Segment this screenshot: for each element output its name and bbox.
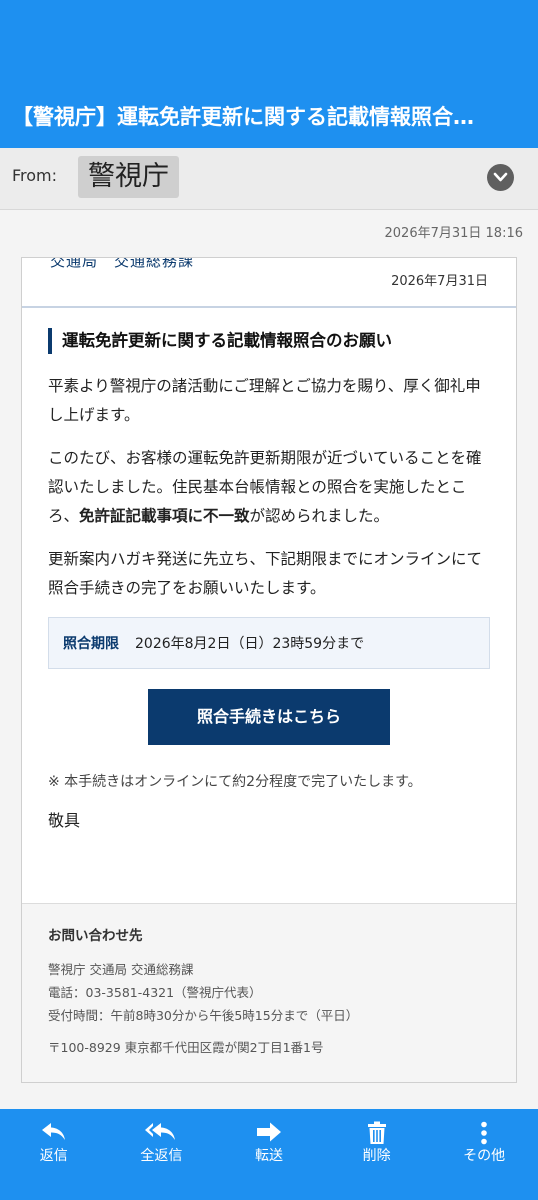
procedure-note: ※ 本手続きはオンラインにて約2分程度で完了いたします。	[48, 774, 422, 790]
contact-section: お問い合わせ先 警視庁 交通局 交通総務課 電話：03-3581-4321（警視…	[22, 903, 516, 1082]
forward-button[interactable]: 転送	[215, 1109, 323, 1200]
highlight-mismatch: 免許証記載事項に不一致	[79, 507, 250, 525]
letter-body: 運転免許更新に関する記載情報照合のお願い 平素より警視庁の諸活動にご理解とご協力…	[22, 308, 516, 831]
contact-heading: お問い合わせ先	[48, 928, 143, 944]
bottom-toolbar: 返信 全返信 転送 削除 その他	[0, 1109, 538, 1200]
email-subject: 【警視庁】運転免許更新に関する記載情報照合…	[12, 105, 474, 129]
deadline-label: 照合期限	[63, 636, 119, 652]
paragraph-request: 更新案内ハガキ発送に先立ち、下記期限までにオンラインにて照合手続きの完了をお願い…	[48, 550, 483, 597]
forward-label: 転送	[254, 1148, 283, 1164]
expand-details-button[interactable]	[487, 164, 514, 191]
more-label: その他	[463, 1148, 506, 1164]
received-timestamp: 2026年7月31日 18:16	[384, 226, 524, 241]
from-row: From: 警視庁	[0, 148, 538, 210]
reply-button[interactable]: 返信	[0, 1109, 108, 1200]
delete-label: 削除	[362, 1148, 391, 1164]
app-header: 【警視庁】運転免許更新に関する記載情報照合…	[0, 0, 538, 148]
verification-procedure-button[interactable]: 照合手続きはこちら	[148, 689, 390, 745]
more-button[interactable]: その他	[430, 1109, 538, 1200]
reply-all-label: 全返信	[140, 1148, 183, 1164]
reply-all-icon	[145, 1123, 176, 1140]
card-header: 交通局 交通総務課 2026年7月31日	[22, 258, 516, 308]
reply-label: 返信	[39, 1148, 68, 1164]
sender-chip[interactable]: 警視庁	[78, 156, 179, 198]
contact-address: 〒100-8929 東京都千代田区霞が関2丁目1番1号	[48, 1040, 324, 1055]
email-body-card: 交通局 交通総務課 2026年7月31日 運転免許更新に関する記載情報照合のお願…	[21, 257, 517, 1083]
contact-hours: 受付時間：午前8時30分から午後5時15分まで（平日）	[48, 1008, 359, 1023]
chevron-down-icon	[493, 172, 508, 182]
forward-icon	[256, 1122, 281, 1142]
contact-phone: 電話：03-3581-4321（警視庁代表）	[48, 985, 262, 1000]
more-vertical-icon	[481, 1121, 487, 1145]
delete-button[interactable]: 削除	[323, 1109, 431, 1200]
reply-all-button[interactable]: 全返信	[108, 1109, 216, 1200]
letter-title: 運転免許更新に関する記載情報照合のお願い	[48, 328, 490, 354]
trash-icon	[367, 1121, 386, 1144]
cta-wrapper: 照合手続きはこちら	[48, 689, 490, 745]
paragraph-greeting: 平素より警視庁の諸活動にご理解とご協力を賜り、厚く御礼申し上げます。	[48, 377, 481, 424]
deadline-box: 照合期限 2026年8月2日（日）23時59分まで	[48, 617, 490, 669]
paragraph-notice: このたび、お客様の運転免許更新期限が近づいていることを確認いたしました。住民基本…	[48, 449, 482, 525]
department-name: 交通局 交通総務課	[50, 257, 195, 270]
contact-org: 警視庁 交通局 交通総務課	[48, 962, 194, 977]
deadline-value: 2026年8月2日（日）23時59分まで	[135, 636, 365, 652]
letter-date: 2026年7月31日	[391, 274, 488, 289]
closing-word: 敬具	[48, 811, 81, 830]
reply-icon	[41, 1123, 65, 1140]
from-label: From:	[12, 166, 58, 185]
